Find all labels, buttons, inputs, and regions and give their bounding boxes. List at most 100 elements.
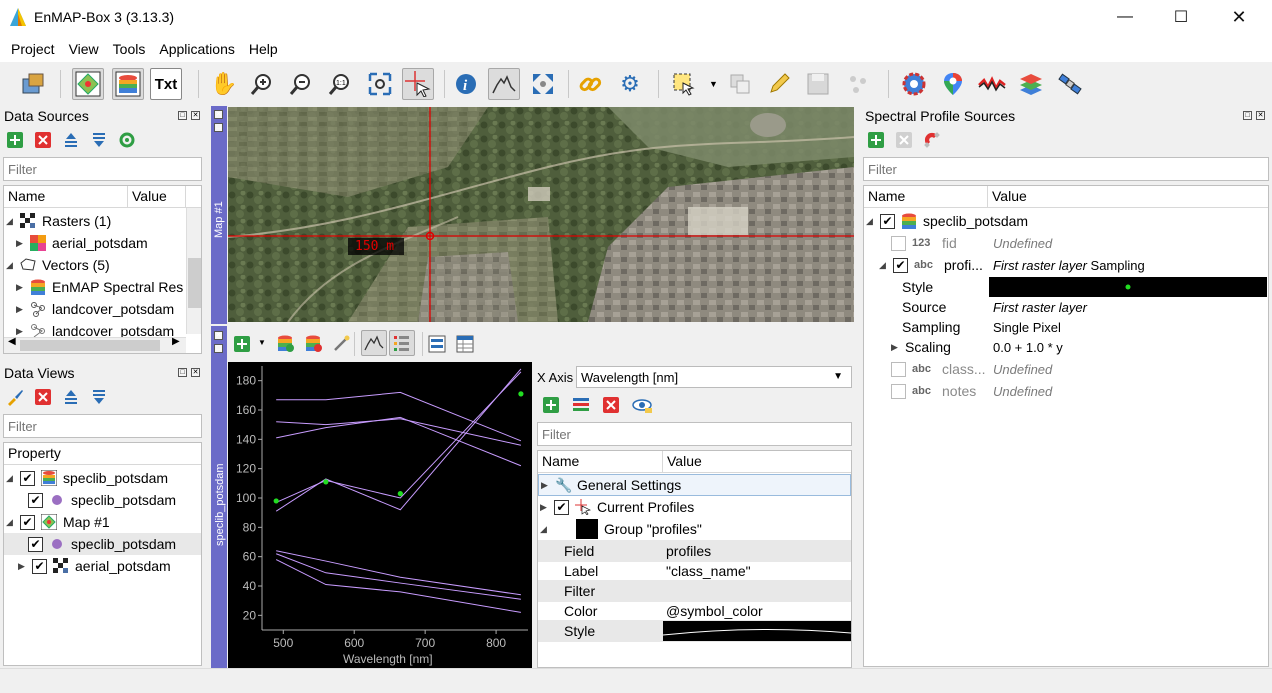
vertical-scrollbar[interactable] (186, 208, 201, 334)
field-checkbox[interactable] (891, 235, 906, 251)
tree-item-speclib-view[interactable]: ◢ ✔ speclib_potsdam (6, 467, 168, 489)
field-checkbox[interactable]: ✔ (893, 257, 908, 273)
visibility-checkbox[interactable]: ✔ (32, 558, 47, 574)
group-icon[interactable] (572, 396, 590, 414)
zoom-out-button[interactable] (285, 68, 317, 100)
visibility-checkbox[interactable]: ✔ (20, 470, 35, 486)
add-data-source-button[interactable] (17, 68, 49, 100)
zoom-in-button[interactable] (246, 68, 278, 100)
menu-help[interactable]: Help (242, 41, 285, 57)
column-header-name[interactable]: Name (538, 451, 663, 472)
tree-item-general-settings[interactable]: ▶ 🔧 General Settings (538, 474, 851, 496)
scaling-row-value[interactable]: 0.0 + 1.0 * y (993, 340, 1063, 355)
menu-tools[interactable]: Tools (106, 41, 153, 57)
add-profile-icon[interactable] (234, 336, 250, 352)
image-processing-button[interactable] (898, 68, 930, 100)
property-row-field[interactable]: Field profiles (538, 540, 851, 562)
close-panel-icon[interactable]: ✕ (1256, 111, 1265, 120)
dock-panel-icon[interactable]: □ (214, 344, 223, 353)
select-features-button[interactable] (668, 68, 700, 100)
chevron-down-icon[interactable]: ◢ (540, 525, 548, 534)
spectral-plot[interactable]: 20 40 60 80 100 120 140 160 180 500 600 700 800 Wave… (228, 362, 532, 668)
map-dock-tab[interactable]: ✕ □ Map #1 (211, 106, 227, 324)
chevron-right-icon[interactable]: ▶ (891, 343, 899, 352)
add-icon[interactable] (542, 396, 560, 414)
expand-all-icon[interactable] (90, 131, 108, 149)
spectral-dock-tab[interactable]: ✕ □ speclib_potsdam (211, 326, 227, 668)
chevron-down-icon[interactable]: ◢ (879, 261, 887, 270)
column-header-name[interactable]: Name (864, 186, 988, 207)
field-row-fid[interactable]: 123 fid (891, 232, 957, 254)
visibility-checkbox[interactable]: ✔ (20, 514, 35, 530)
expand-all-icon[interactable] (90, 388, 108, 406)
open-text-view-button[interactable]: Txt (150, 68, 182, 100)
refresh-icon[interactable] (118, 131, 136, 149)
scaling-row[interactable]: ▶ Scaling (891, 336, 951, 358)
identify-button[interactable]: i (450, 68, 482, 100)
field-value[interactable]: First raster layer Sampling (993, 258, 1145, 273)
chevron-down-icon[interactable]: ◢ (6, 261, 14, 270)
tree-item-current-profiles[interactable]: ▶ ✔ Current Profiles (540, 496, 694, 518)
add-point-button[interactable] (842, 68, 874, 100)
chevron-right-icon[interactable]: ▶ (16, 283, 24, 292)
chevron-down-icon[interactable]: ◢ (6, 474, 14, 483)
chevron-down-icon[interactable]: ◢ (866, 217, 874, 226)
tree-item-aerial-potsdam[interactable]: ▶ aerial_potsdam (16, 232, 184, 254)
column-header-value[interactable]: Value (663, 451, 851, 472)
scroll-left-icon[interactable]: ◀ (8, 336, 16, 347)
select-dropdown-icon[interactable]: ▼ (709, 79, 718, 89)
profile-analytics-button[interactable] (976, 68, 1008, 100)
style-preview[interactable] (989, 277, 1267, 297)
tree-item-group-profiles[interactable]: ◢ Group "profiles" (540, 518, 702, 540)
field-value[interactable]: Undefined (993, 362, 1052, 377)
column-header-name[interactable]: Name (4, 186, 128, 207)
remove-icon[interactable] (602, 396, 620, 414)
field-checkbox[interactable] (891, 361, 906, 377)
link-button[interactable] (574, 68, 606, 100)
minimize-icon[interactable]: — (1097, 0, 1153, 34)
profile-plot-button[interactable] (361, 330, 387, 356)
line-style-preview[interactable] (662, 621, 852, 641)
visibility-icon[interactable] (632, 396, 652, 414)
brush-icon[interactable] (6, 388, 24, 406)
spectral-profile-button[interactable] (488, 68, 520, 100)
field-row-notes[interactable]: abc notes (891, 380, 976, 402)
speclib-checkbox[interactable]: ✔ (880, 213, 895, 229)
remove-speclib-icon[interactable] (304, 334, 322, 352)
tree-item-rasters[interactable]: ◢ Rasters (1) (6, 210, 111, 232)
magnet-icon[interactable] (923, 131, 941, 149)
field-checkbox[interactable] (891, 383, 906, 399)
chevron-right-icon[interactable]: ▶ (541, 481, 549, 490)
property-row-label[interactable]: Label "class_name" (538, 560, 851, 582)
data-views-filter-input[interactable] (3, 414, 202, 438)
column-header-value[interactable]: Value (128, 186, 186, 207)
remove-icon[interactable] (895, 131, 913, 149)
zoom-native-button[interactable]: 1:1 (324, 68, 356, 100)
collapse-all-icon[interactable] (62, 131, 80, 149)
data-sources-filter-input[interactable] (3, 157, 202, 181)
chevron-right-icon[interactable]: ▶ (18, 562, 26, 571)
open-map-view-button[interactable] (72, 68, 104, 100)
link-maps-button[interactable] (527, 68, 559, 100)
property-row-filter[interactable]: Filter (538, 580, 851, 602)
chevron-right-icon[interactable]: ▶ (540, 503, 548, 512)
open-spectral-library-button[interactable] (112, 68, 144, 100)
scroll-right-icon[interactable]: ▶ (172, 336, 180, 347)
field-value[interactable]: Undefined (993, 384, 1052, 399)
collapse-all-icon[interactable] (62, 388, 80, 406)
edit-button[interactable] (763, 68, 795, 100)
float-panel-icon[interactable]: □ (178, 111, 187, 120)
field-value[interactable]: Undefined (993, 236, 1052, 251)
maximize-icon[interactable]: ☐ (1153, 0, 1209, 34)
select-location-button[interactable] (402, 68, 434, 100)
location-button[interactable] (937, 68, 969, 100)
sampling-row-value[interactable]: Single Pixel (993, 320, 1061, 335)
tree-item-landcover-potsdam[interactable]: ▶ landcover_potsdam (16, 298, 174, 320)
field-row-class[interactable]: abc class... (891, 358, 986, 380)
scrollbar-thumb[interactable] (20, 340, 160, 351)
tree-item-speclib-layer[interactable]: ✔ speclib_potsdam (28, 489, 176, 511)
wand-icon[interactable] (332, 334, 350, 352)
form-view-icon[interactable] (428, 335, 446, 353)
tree-item-speclib-potsdam[interactable]: ◢ ✔ speclib_potsdam (866, 210, 1028, 232)
menu-applications[interactable]: Applications (152, 41, 242, 57)
